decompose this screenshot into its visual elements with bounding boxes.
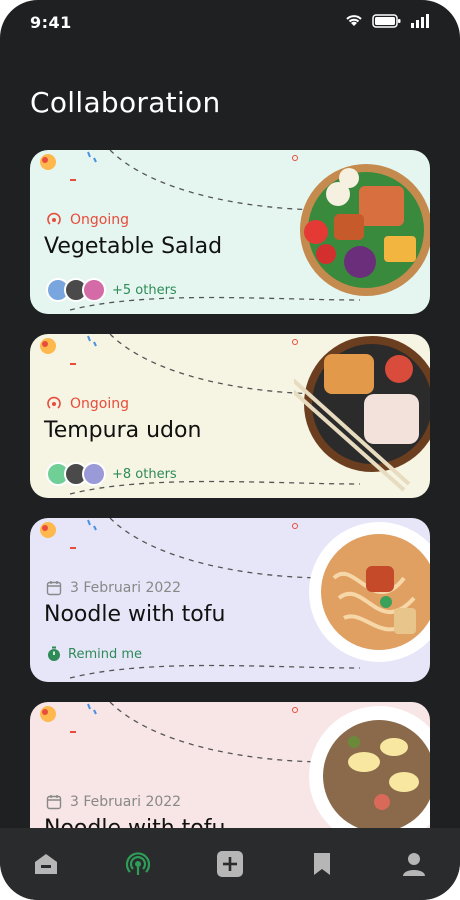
avatar-group (46, 462, 106, 486)
avatar-group (46, 278, 106, 302)
avatar (82, 278, 106, 302)
battery-icon (372, 14, 401, 28)
phone-screen: 9:41 Collaboration Ongoing Vegetable Sal… (0, 0, 460, 900)
recipe-card-tempura-udon[interactable]: Ongoing Tempura udon +8 others (30, 334, 430, 498)
status-label: Ongoing (70, 396, 129, 412)
remind-me-label: Remind me (68, 646, 143, 662)
signal-icon (411, 14, 429, 28)
tempura-udon-image (294, 336, 430, 492)
participants-count: +8 others (112, 466, 177, 482)
card-status: Ongoing (46, 212, 129, 228)
nav-add[interactable] (214, 848, 246, 880)
vegetable-salad-image (300, 164, 430, 296)
nav-bookmark[interactable] (306, 848, 338, 880)
page-title: Collaboration (30, 86, 221, 119)
calendar-icon (46, 581, 62, 596)
broadcast-icon (125, 852, 151, 875)
participants-count: +5 others (112, 282, 177, 298)
participants: +5 others (46, 278, 177, 302)
avatar (82, 462, 106, 486)
card-date: 3 Februari 2022 (46, 794, 181, 810)
profile-icon (403, 853, 425, 876)
timer-icon (48, 646, 60, 661)
recipe-name: Tempura udon (44, 418, 202, 443)
broadcast-icon (47, 396, 61, 409)
card-status: Ongoing (46, 396, 129, 412)
calendar-icon (46, 795, 62, 810)
status-icons (344, 14, 432, 28)
remind-me-button[interactable]: Remind me (46, 646, 142, 662)
home-icon (35, 854, 57, 874)
date-label: 3 Februari 2022 (70, 580, 182, 596)
recipe-card-noodle-with-tofu[interactable]: 3 Februari 2022 Noodle with tofu Remind … (30, 518, 430, 682)
wifi-icon (346, 15, 362, 26)
nav-broadcast[interactable] (122, 848, 154, 880)
bookmark-icon (314, 853, 330, 875)
status-time: 9:41 (30, 13, 72, 32)
broadcast-icon (47, 212, 61, 225)
nav-profile[interactable] (398, 848, 430, 880)
recipe-name: Noodle with tofu (44, 602, 226, 627)
status-bar: 9:41 (0, 0, 460, 44)
recipe-card-vegetable-salad[interactable]: Ongoing Vegetable Salad +5 others (30, 150, 430, 314)
add-icon (217, 851, 243, 877)
recipe-name: Vegetable Salad (44, 234, 223, 259)
participants: +8 others (46, 462, 177, 486)
status-label: Ongoing (70, 212, 129, 228)
date-label: 3 Februari 2022 (70, 794, 182, 810)
card-date: 3 Februari 2022 (46, 580, 181, 596)
nav-home[interactable] (30, 848, 62, 880)
noodle-with-tofu-image (309, 522, 430, 662)
bottom-nav (0, 828, 460, 900)
